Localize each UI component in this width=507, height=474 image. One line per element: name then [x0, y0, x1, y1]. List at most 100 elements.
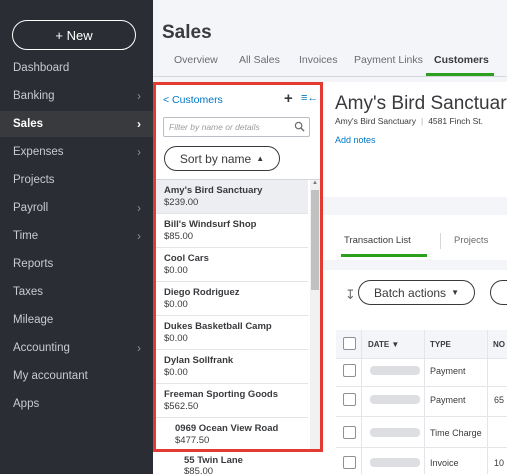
customer-name: Diego Rodriguez [164, 287, 240, 298]
row-checkbox[interactable] [343, 364, 356, 377]
list-item[interactable]: Dukes Basketball Camp $0.00 [156, 316, 308, 350]
nav-item-taxes[interactable]: Taxes [0, 279, 153, 305]
active-tab-indicator [341, 254, 427, 257]
sales-tabs: Overview All Sales Invoices Payment Link… [153, 54, 507, 76]
nav-item-sales[interactable]: Sales › [0, 111, 153, 137]
filter-placeholder: Filter by name or details [169, 122, 260, 132]
tabs-divider [153, 76, 507, 77]
nav-item-payroll[interactable]: Payroll › [0, 195, 153, 221]
batch-actions-button[interactable]: Batch actions ▼ [358, 280, 475, 305]
cell-type: Payment [430, 366, 466, 376]
divider [440, 233, 441, 249]
collapse-panel-icon[interactable]: ≡← [301, 92, 318, 104]
nav-label: Time [13, 230, 39, 242]
nav-item-accounting[interactable]: Accounting › [0, 335, 153, 361]
add-customer-icon[interactable]: + [284, 90, 293, 107]
nav-item-apps[interactable]: Apps [0, 391, 153, 417]
col-no[interactable]: NO [493, 330, 505, 358]
divider [336, 386, 507, 387]
row-checkbox[interactable] [343, 393, 356, 406]
filter-input[interactable]: Filter by name or details [163, 117, 310, 137]
customer-name: Amy's Bird Sanctuary [164, 185, 263, 196]
nav-label: Projects [13, 174, 55, 186]
list-item[interactable]: 0969 Ocean View Road $477.50 [156, 418, 308, 449]
divider [336, 358, 507, 359]
customer-balance: $0.00 [164, 299, 188, 310]
nav-item-projects[interactable]: Projects [0, 167, 153, 193]
nav-label: Taxes [13, 286, 44, 298]
chevron-right-icon: › [137, 229, 141, 243]
customer-name: Dukes Basketball Camp [164, 321, 272, 332]
list-item[interactable]: Bill's Windsurf Shop $85.00 [156, 214, 308, 248]
scroll-thumb[interactable] [311, 190, 319, 290]
customer-balance: $239.00 [164, 197, 199, 208]
customer-detail-header: Amy's Bird Sanctuary Amy's Bird Sanctuar… [323, 82, 507, 197]
nav-label: Banking [13, 90, 55, 102]
search-icon [294, 121, 305, 132]
nav-label: My accountant [13, 370, 88, 382]
scroll-up-icon[interactable]: ▲ [312, 180, 318, 186]
tab-projects[interactable]: Projects [454, 235, 488, 246]
nav-label: Reports [13, 258, 54, 270]
nav-item-dashboard[interactable]: Dashboard [0, 55, 153, 81]
nav-item-reports[interactable]: Reports [0, 251, 153, 277]
nav-item-mileage[interactable]: Mileage [0, 307, 153, 333]
add-notes-link[interactable]: Add notes [335, 135, 376, 145]
chevron-right-icon: › [137, 89, 141, 103]
customer-name: Dylan Sollfrank [164, 355, 234, 366]
chevron-right-icon: › [137, 341, 141, 355]
list-scrollbar[interactable]: ▲ [310, 180, 320, 449]
left-nav: + New Dashboard Banking › Sales › Expenses… [0, 0, 153, 474]
list-item[interactable]: Dylan Sollfrank $0.00 [156, 350, 308, 384]
list-item[interactable]: Amy's Bird Sanctuary $239.00 [156, 180, 308, 214]
tab-overview[interactable]: Overview [174, 54, 218, 66]
list-item[interactable]: Freeman Sporting Goods $562.50 [156, 384, 308, 418]
divider [361, 330, 362, 474]
tab-payment-links[interactable]: Payment Links [354, 54, 423, 66]
batch-actions-label: Batch actions [374, 285, 447, 300]
row-checkbox[interactable] [343, 426, 356, 439]
redacted-date [370, 395, 420, 404]
tab-customers[interactable]: Customers [434, 54, 489, 66]
tab-transaction-list[interactable]: Transaction List [344, 235, 411, 246]
back-to-customers-link[interactable]: < Customers [163, 94, 223, 106]
nav-label: Accounting [13, 342, 70, 354]
list-item[interactable]: Cool Cars $0.00 [156, 248, 308, 282]
divider [487, 330, 488, 474]
divider: | [420, 116, 424, 126]
tab-invoices[interactable]: Invoices [299, 54, 338, 66]
sort-by-name-button[interactable]: Sort by name ▲ [164, 146, 280, 171]
divider [424, 330, 425, 474]
customer-name: Bill's Windsurf Shop [164, 219, 257, 230]
list-item[interactable]: 55 Twin Lane $85.00 [153, 452, 323, 474]
row-checkbox[interactable] [343, 456, 356, 469]
redacted-date [370, 366, 420, 375]
nav-label: Expenses [13, 146, 64, 158]
customer-balance: $85.00 [164, 231, 194, 242]
nav-item-time[interactable]: Time › [0, 223, 153, 249]
select-all-checkbox[interactable] [343, 337, 356, 350]
cell-no: 10 [494, 458, 505, 468]
col-type[interactable]: TYPE [430, 330, 451, 358]
nav-label: Dashboard [13, 62, 70, 74]
cell-type: Time Charge [430, 428, 482, 438]
customer-balance: $85.00 [184, 466, 214, 474]
customer-list-panel: < Customers + ≡← Filter by name or detai… [153, 82, 323, 452]
nav-item-banking[interactable]: Banking › [0, 83, 153, 109]
cell-type: Payment [430, 395, 466, 405]
new-button[interactable]: + New [12, 20, 136, 50]
col-date[interactable]: DATE ▼ [368, 330, 400, 358]
customer-balance: $562.50 [164, 401, 199, 412]
chevron-right-icon: › [137, 117, 141, 131]
divider [336, 447, 507, 448]
nav-item-my-accountant[interactable]: My accountant [0, 363, 153, 389]
list-item[interactable]: Diego Rodriguez $0.00 [156, 282, 308, 316]
customer-balance: $0.00 [164, 265, 188, 276]
tab-all-sales[interactable]: All Sales [239, 54, 280, 66]
customer-sub-tabs: Transaction List Projects [323, 215, 507, 260]
nav-label: Payroll [13, 202, 49, 214]
customer-balance: $477.50 [175, 435, 210, 446]
sort-arrow-icon[interactable]: ↧ [345, 287, 356, 303]
nav-item-expenses[interactable]: Expenses › [0, 139, 153, 165]
sort-label: Sort by name [179, 151, 252, 166]
